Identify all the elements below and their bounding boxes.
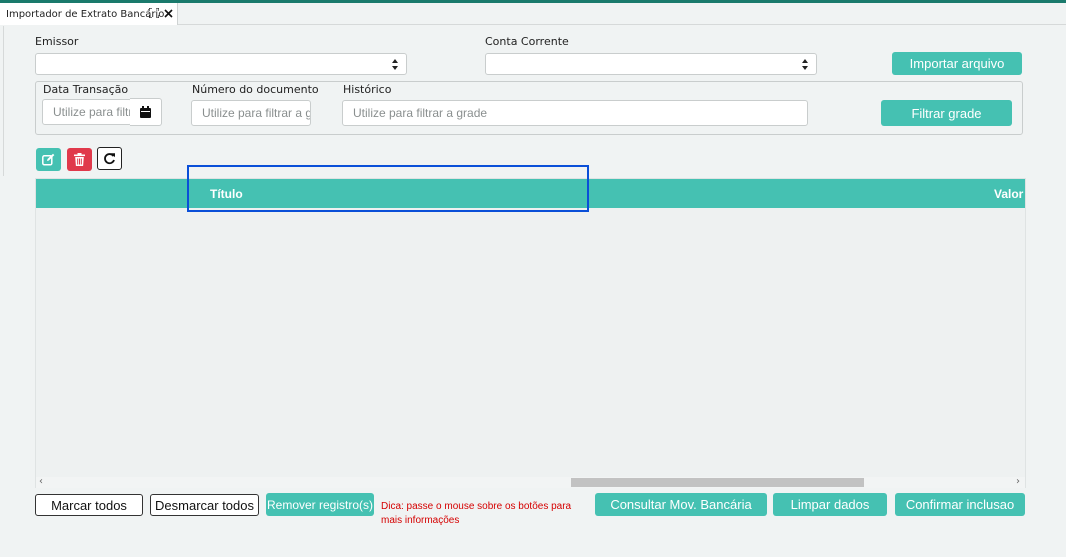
data-transacao-input[interactable]: Utilize para filtrar a grade (42, 99, 132, 125)
filter-grid-button[interactable]: Filtrar grade (881, 100, 1012, 126)
emissor-label: Emissor (35, 35, 79, 48)
historico-input[interactable]: Utilize para filtrar a grade (342, 100, 808, 126)
numero-documento-input[interactable]: Utilize para filtrar a grade (191, 100, 311, 126)
confirm-inclusion-button[interactable]: Confirmar inclusao (895, 493, 1025, 516)
tab-title: Importador de Extrato Bancário (6, 8, 165, 20)
refresh-icon (104, 153, 115, 165)
sort-arrows-icon (392, 59, 398, 70)
tip-text: Dica: passe o mouse sobre os botões para… (381, 501, 572, 526)
numero-documento-label: Número do documento (192, 83, 319, 96)
conta-corrente-select[interactable] (485, 53, 817, 75)
scroll-left-icon[interactable]: ‹ (39, 476, 43, 487)
close-icon[interactable] (162, 7, 174, 19)
mark-all-button[interactable]: Marcar todos (35, 494, 143, 516)
consult-bank-movement-button[interactable]: Consultar Mov. Bancária (595, 493, 767, 516)
delete-button[interactable] (67, 148, 92, 171)
column-header-valor[interactable]: Valor (994, 187, 1023, 201)
conta-corrente-label: Conta Corrente (485, 35, 569, 48)
trash-icon (74, 153, 85, 166)
remove-records-button[interactable]: Remover registro(s) (266, 493, 374, 516)
emissor-select[interactable] (35, 53, 407, 75)
tab-importador[interactable]: Importador de Extrato Bancário (0, 3, 178, 25)
horizontal-scrollbar[interactable]: ‹ › (36, 476, 1025, 488)
data-transacao-label: Data Transação (43, 83, 129, 96)
import-file-button[interactable]: Importar arquivo (892, 52, 1022, 75)
sort-arrows-icon (802, 59, 808, 70)
expand-icon[interactable] (148, 7, 160, 19)
edit-icon (42, 153, 55, 166)
tab-bar: Importador de Extrato Bancário (0, 3, 1066, 25)
side-panel-edge (0, 26, 4, 176)
edit-button[interactable] (36, 148, 61, 171)
scroll-right-icon[interactable]: › (1016, 476, 1020, 487)
highlight-box (187, 165, 589, 212)
unmark-all-button[interactable]: Desmarcar todos (150, 494, 259, 516)
scrollbar-thumb[interactable] (571, 478, 864, 487)
clear-data-button[interactable]: Limpar dados (773, 493, 887, 516)
calendar-icon (140, 106, 151, 118)
data-grid: Título Valor ‹ › (35, 178, 1026, 488)
historico-label: Histórico (343, 83, 392, 96)
refresh-button[interactable] (97, 147, 122, 170)
calendar-button[interactable] (130, 98, 162, 126)
